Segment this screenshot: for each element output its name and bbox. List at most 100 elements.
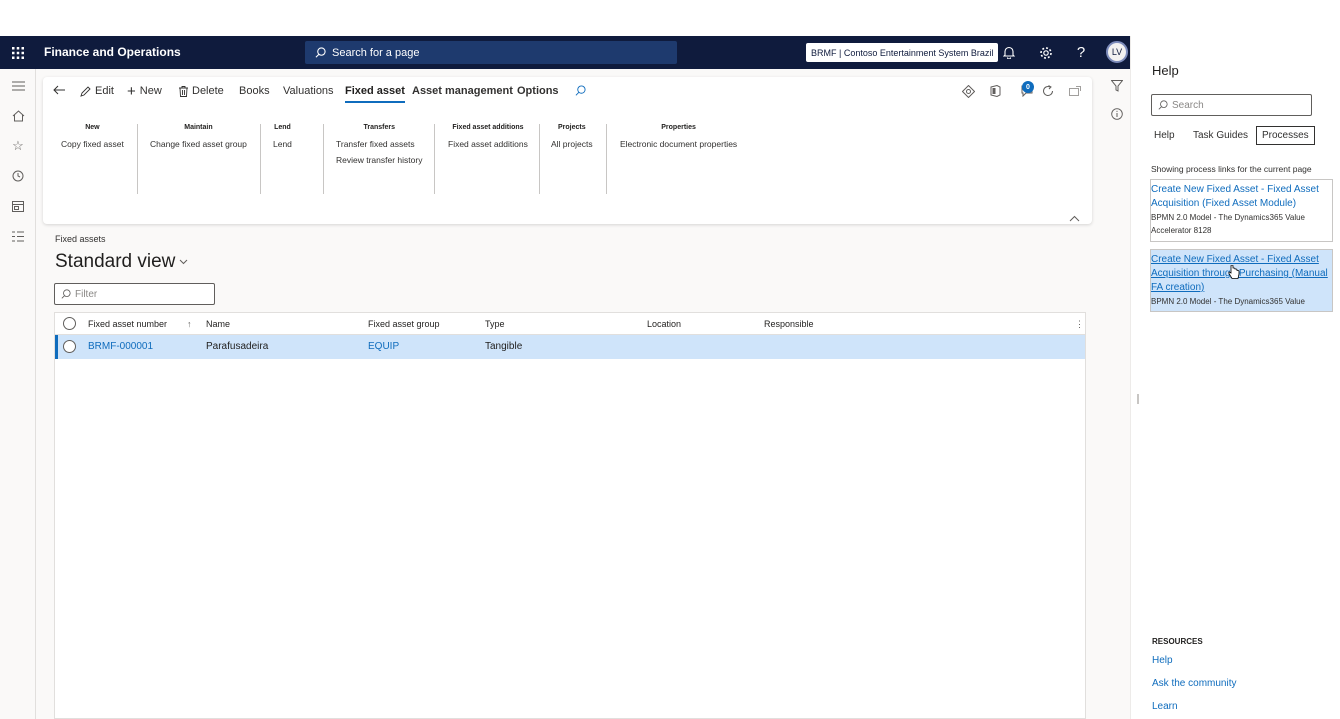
cell-type: Tangible xyxy=(485,341,523,352)
action-tab-bar: Edit + New Delete Books Valuations Fixed… xyxy=(43,77,1092,107)
cell-fixed-asset-group[interactable]: EQUIP xyxy=(368,341,399,352)
search-placeholder: Search for a page xyxy=(332,46,420,59)
tab-valuations[interactable]: Valuations xyxy=(283,85,334,97)
help-title: Help xyxy=(1152,63,1179,78)
process-link-subtitle: BPMN 2.0 Model - The Dynamics365 Value xyxy=(1151,297,1305,306)
side-icon-column xyxy=(1104,69,1130,719)
info-icon[interactable] xyxy=(1111,107,1123,125)
group-new: New Copy fixed asset xyxy=(61,124,124,155)
column-fixed-asset-number[interactable]: Fixed asset number xyxy=(88,319,167,329)
help-icon[interactable]: ? xyxy=(1069,36,1093,69)
filter-input[interactable]: Filter xyxy=(54,283,215,305)
group-maintain: Maintain Change fixed asset group xyxy=(150,124,247,155)
group-maintain-title: Maintain xyxy=(184,124,213,131)
all-projects-button[interactable]: All projects xyxy=(551,139,593,149)
resources-heading: RESOURCES xyxy=(1152,637,1203,646)
refresh-icon[interactable] xyxy=(1042,85,1054,100)
column-location[interactable]: Location xyxy=(647,319,681,329)
app-launcher-icon[interactable] xyxy=(0,36,36,69)
help-tab-task-guides[interactable]: Task Guides xyxy=(1193,130,1248,141)
back-button[interactable] xyxy=(53,85,65,95)
navbar: Finance and Operations Search for a page… xyxy=(0,36,1130,69)
sort-ascending-icon[interactable]: ↑ xyxy=(187,319,192,329)
process-link-title[interactable]: Create New Fixed Asset - Fixed Asset Acq… xyxy=(1151,183,1332,211)
tab-fixed-asset[interactable]: Fixed asset xyxy=(345,85,405,103)
trash-icon xyxy=(179,85,188,97)
funnel-filter-icon[interactable] xyxy=(1110,79,1124,97)
group-new-title: New xyxy=(85,124,100,131)
help-search-input[interactable]: Search xyxy=(1151,94,1312,116)
top-spacer xyxy=(0,0,1340,36)
company-picker[interactable]: BRMF | Contoso Entertainment System Braz… xyxy=(806,43,999,62)
delete-label: Delete xyxy=(192,85,224,97)
page-title: Standard view xyxy=(55,251,176,272)
cell-fixed-asset-number[interactable]: BRMF-000001 xyxy=(88,341,153,352)
help-tab-processes[interactable]: Processes xyxy=(1256,126,1315,145)
process-link-subtitle: BPMN 2.0 Model - The Dynamics365 Value A… xyxy=(1151,213,1305,235)
group-properties: Properties Electronic document propertie… xyxy=(620,124,737,155)
copy-fixed-asset-button[interactable]: Copy fixed asset xyxy=(61,139,124,149)
group-transfers: Transfers Transfer fixed assets Review t… xyxy=(336,124,422,171)
view-selector[interactable]: Standard view xyxy=(55,251,188,273)
select-all-radio[interactable] xyxy=(63,317,76,330)
bell-icon[interactable] xyxy=(997,36,1021,69)
search-icon xyxy=(315,47,326,58)
star-icon[interactable]: ☆ xyxy=(9,137,27,155)
group-projects-title: Projects xyxy=(557,124,586,131)
diamond-icon[interactable] xyxy=(961,84,976,101)
transfer-fixed-assets-button[interactable]: Transfer fixed assets xyxy=(336,139,422,149)
tab-asset-management[interactable]: Asset management xyxy=(412,85,513,97)
edit-button[interactable]: Edit xyxy=(80,85,114,97)
column-responsible[interactable]: Responsible xyxy=(764,319,814,329)
process-link-item-hovered[interactable]: Create New Fixed Asset - Fixed Asset Acq… xyxy=(1150,249,1333,312)
resource-link-community[interactable]: Ask the community xyxy=(1152,678,1236,689)
help-showing-text: Showing process links for the current pa… xyxy=(1151,164,1312,174)
resource-link-learn[interactable]: Learn xyxy=(1152,701,1178,712)
group-divider xyxy=(323,124,324,194)
group-divider xyxy=(260,124,261,194)
chevron-down-icon xyxy=(180,259,188,265)
office-icon[interactable] xyxy=(990,84,1001,100)
column-name[interactable]: Name xyxy=(206,319,230,329)
hamburger-icon[interactable] xyxy=(9,77,27,95)
review-transfer-history-button[interactable]: Review transfer history xyxy=(336,155,422,165)
action-search-icon[interactable] xyxy=(575,85,586,96)
tab-options[interactable]: Options xyxy=(517,85,559,97)
new-label: New xyxy=(139,85,162,97)
home-icon[interactable] xyxy=(9,107,27,125)
row-select-radio[interactable] xyxy=(63,340,76,353)
pencil-icon xyxy=(80,85,91,97)
workspace-icon[interactable] xyxy=(9,197,27,215)
grid-header: Fixed asset number ↑ Name Fixed asset gr… xyxy=(55,313,1085,335)
column-type[interactable]: Type xyxy=(485,319,505,329)
electronic-document-properties-button[interactable]: Electronic document properties xyxy=(620,139,737,149)
delete-button[interactable]: Delete xyxy=(179,85,224,97)
new-button[interactable]: + New xyxy=(127,84,162,99)
column-options-icon[interactable]: ⋮ xyxy=(1075,319,1084,330)
group-lend: Lend Lend xyxy=(273,124,292,155)
column-fixed-asset-group[interactable]: Fixed asset group xyxy=(368,319,440,329)
gear-icon[interactable] xyxy=(1034,36,1058,69)
filter-placeholder: Filter xyxy=(75,288,98,300)
process-link-item[interactable]: Create New Fixed Asset - Fixed Asset Acq… xyxy=(1150,179,1333,242)
page-search-box[interactable]: Search for a page xyxy=(305,41,677,64)
breadcrumb: Fixed assets xyxy=(55,234,106,244)
back-arrow-icon xyxy=(53,85,65,95)
table-row[interactable]: BRMF-000001 Parafusadeira EQUIP Tangible xyxy=(55,335,1085,359)
resource-link-help[interactable]: Help xyxy=(1152,655,1173,666)
lend-button[interactable]: Lend xyxy=(273,139,292,149)
app-name[interactable]: Finance and Operations xyxy=(44,45,181,59)
collapse-chevron-up-icon[interactable] xyxy=(1069,209,1080,227)
fixed-asset-additions-button[interactable]: Fixed asset additions xyxy=(448,139,528,149)
tab-books[interactable]: Books xyxy=(239,85,270,97)
modules-list-icon[interactable] xyxy=(9,227,27,245)
clock-icon[interactable] xyxy=(9,167,27,185)
popout-icon[interactable] xyxy=(1069,85,1081,99)
change-fixed-asset-group-button[interactable]: Change fixed asset group xyxy=(150,139,247,149)
help-tab-help[interactable]: Help xyxy=(1154,130,1175,141)
pane-resize-handle[interactable] xyxy=(1137,394,1139,404)
avatar[interactable]: LV xyxy=(1106,41,1128,63)
cell-name: Parafusadeira xyxy=(206,341,269,352)
process-link-title[interactable]: Create New Fixed Asset - Fixed Asset Acq… xyxy=(1151,253,1332,295)
group-projects: Projects All projects xyxy=(551,124,593,155)
